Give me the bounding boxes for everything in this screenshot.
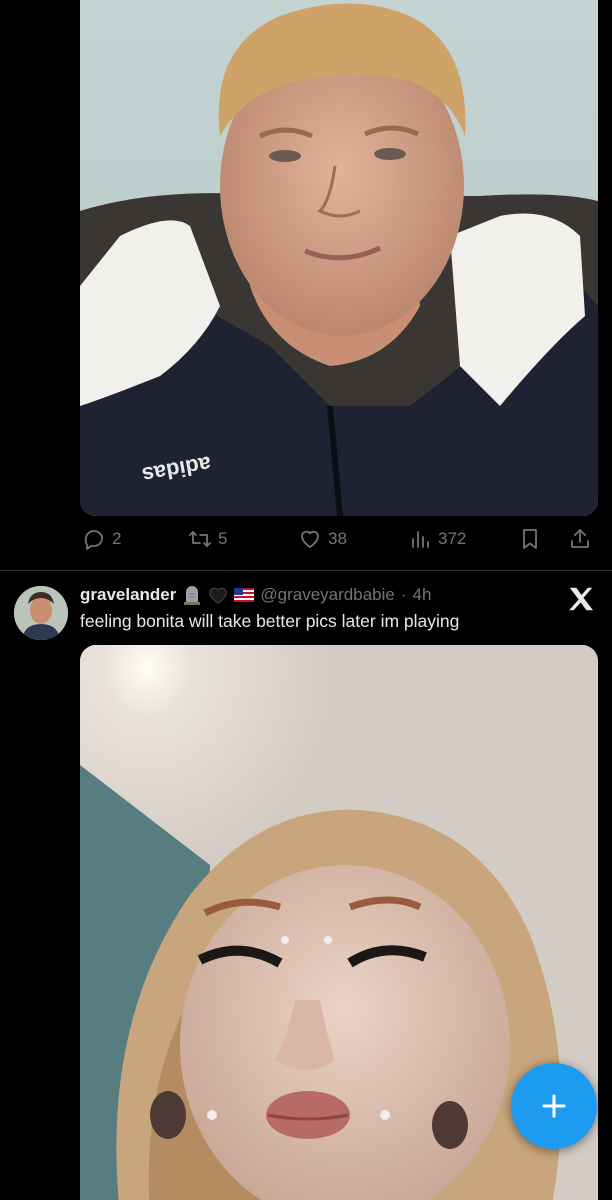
reply-button[interactable]: 2	[82, 527, 121, 551]
x-logo-icon[interactable]	[566, 584, 596, 614]
tweet-divider	[0, 570, 612, 571]
tweet-header: gravelander @graveyardbabie · 4h	[80, 585, 431, 605]
timestamp[interactable]: 4h	[413, 585, 432, 605]
us-flag-icon	[234, 585, 255, 605]
display-name[interactable]: gravelander	[80, 585, 176, 605]
tweet-action-bar: 2 5 38 372	[80, 522, 598, 556]
compose-button[interactable]	[511, 1063, 597, 1149]
share-button[interactable]	[568, 527, 592, 551]
views-button[interactable]: 372	[408, 527, 466, 551]
views-icon	[412, 531, 429, 548]
bookmark-button[interactable]	[518, 527, 542, 551]
timeline: adidas 2 5 38 372 gravelander @graveyard…	[0, 0, 612, 1200]
heart-icon	[301, 530, 319, 548]
previous-tweet-photo[interactable]: adidas	[80, 0, 598, 516]
share-icon	[571, 529, 589, 548]
black-heart-icon	[208, 585, 228, 605]
user-handle[interactable]: @graveyardbabie	[260, 585, 394, 605]
plus-icon	[542, 1094, 566, 1118]
bookmark-icon	[523, 529, 537, 549]
retweet-button[interactable]: 5	[188, 527, 227, 551]
view-count: 372	[438, 529, 467, 548]
reply-icon	[84, 530, 103, 550]
like-button[interactable]: 38	[298, 527, 347, 551]
like-count: 38	[328, 529, 347, 548]
tweet-text: feeling bonita will take better pics lat…	[80, 611, 460, 631]
retweet-count: 5	[218, 529, 228, 548]
retweet-icon	[189, 531, 211, 547]
avatar-image	[14, 586, 68, 640]
headstone-icon	[182, 585, 202, 605]
avatar[interactable]	[14, 586, 68, 640]
reply-count: 2	[112, 529, 122, 548]
photo-illustration: adidas	[80, 0, 598, 516]
separator-dot: ·	[400, 585, 407, 604]
